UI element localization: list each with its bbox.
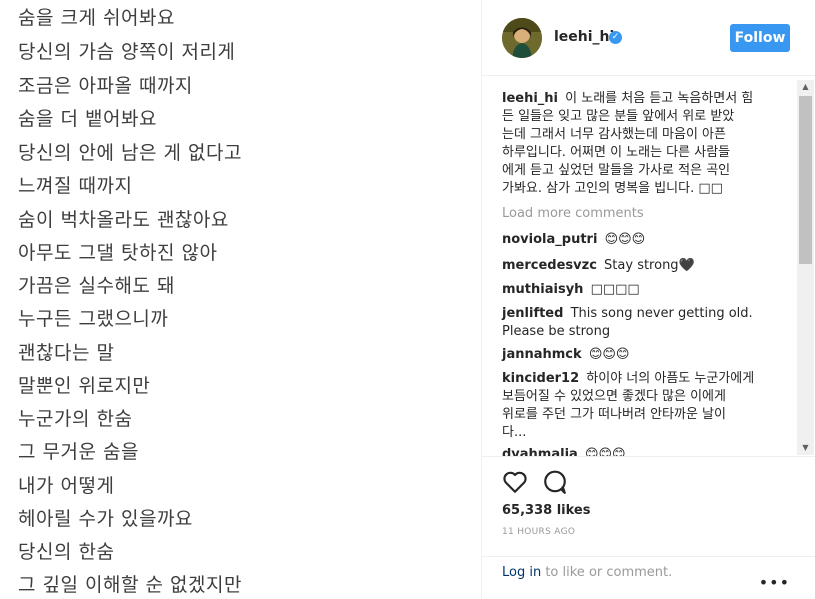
- lyric-line: 숨이 벅차올라도 괜찮아요: [18, 209, 229, 231]
- lyric-line: 당신의 가슴 양쪽이 저리게: [18, 41, 236, 63]
- caption: leehi_hi 이 노래를 처음 듣고 녹음하면서 힘 든 일들은 잊고 많은…: [502, 90, 770, 198]
- comment-text: 😊😊😊: [584, 447, 626, 456]
- comment-footer: Log in to like or comment. •••: [482, 556, 815, 598]
- comment: dyahmalia 😊😊😊: [502, 446, 770, 456]
- scroll-down-arrow-icon[interactable]: ▼: [797, 441, 814, 455]
- comment: noviola_putri 😊😊😊: [502, 231, 770, 249]
- scroll-up-arrow-icon[interactable]: ▲: [797, 80, 814, 94]
- caption-text: 하루입니다. 어쩌면 이 노래는 다른 사람들: [502, 145, 731, 160]
- caption-username[interactable]: leehi_hi: [502, 91, 558, 106]
- post-timestamp[interactable]: 11 HOURS AGO: [502, 527, 575, 537]
- lyric-line: 숨을 크게 쉬어봐요: [18, 7, 175, 29]
- avatar-image: [502, 18, 542, 58]
- comments-list[interactable]: leehi_hi 이 노래를 처음 듣고 녹음하면서 힘 든 일들은 잊고 많은…: [482, 76, 815, 456]
- comments-scrollbar[interactable]: ▲ ▼: [797, 80, 814, 455]
- like-count[interactable]: 65,338 likes: [502, 503, 590, 518]
- load-more-comments-link[interactable]: Load more comments: [502, 206, 644, 221]
- lyric-line: 조금은 아파올 때까지: [18, 75, 193, 97]
- lyric-line: 헤아릴 수가 있을까요: [18, 508, 193, 530]
- comment-text: 😊😊😊: [588, 347, 630, 362]
- comment-username[interactable]: noviola_putri: [502, 232, 597, 247]
- login-link[interactable]: Log in: [502, 565, 541, 580]
- lyric-line: 당신의 한숨: [18, 541, 115, 563]
- footer-text: to like or comment.: [541, 565, 673, 580]
- like-heart-icon[interactable]: [502, 469, 528, 495]
- comment: muthiaisyh □□□□: [502, 281, 770, 299]
- post-actions: 65,338 likes 11 HOURS AGO: [482, 456, 815, 556]
- post-image: 숨을 크게 쉬어봐요 당신의 가슴 양쪽이 저리게 조금은 아파올 때까지 숨을…: [0, 0, 481, 598]
- comment-bubble-icon[interactable]: [542, 469, 568, 495]
- comment-text: Stay strong🖤: [604, 258, 695, 273]
- lyric-line: 내가 어떻게: [18, 475, 115, 497]
- avatar[interactable]: [502, 18, 542, 58]
- comment-text: 보듬어질 수 있었으면 좋겠다 많은 이에게: [502, 389, 726, 404]
- caption-text: 에게 듣고 싶었던 말들을 가사로 적은 곡인: [502, 163, 731, 178]
- scrollbar-thumb[interactable]: [799, 96, 812, 264]
- lyric-line: 느껴질 때까지: [18, 175, 133, 197]
- comment-text: Please be strong: [502, 324, 611, 339]
- lyric-line: 말뿐인 위로지만: [18, 375, 151, 397]
- lyric-line: 누군가의 한숨: [18, 408, 133, 430]
- lyric-line: 아무도 그댈 탓하진 않아: [18, 242, 218, 264]
- comment-username[interactable]: jannahmck: [502, 347, 582, 362]
- comment: jannahmck 😊😊😊: [502, 346, 770, 364]
- lyric-line: 그 무거운 숨을: [18, 441, 139, 463]
- caption-text: 는데 그래서 너무 감사했는데 마음이 아픈: [502, 127, 726, 142]
- comment-text: □□□□: [590, 282, 640, 297]
- lyric-line: 가끔은 실수해도 돼: [18, 275, 175, 297]
- more-options-icon[interactable]: •••: [759, 567, 790, 599]
- lyric-line: 괜찮다는 말: [18, 342, 115, 364]
- verified-badge-icon: ✓: [609, 31, 622, 44]
- comment-text: This song never getting old.: [570, 306, 753, 321]
- lyric-line: 당신의 안에 남은 게 없다고: [18, 142, 242, 164]
- comment-text: 위로를 주던 그가 떠나버려 안타까운 날이: [502, 407, 726, 422]
- comment: mercedesvzc Stay strong🖤: [502, 257, 770, 275]
- comment: jenlifted This song never getting old. P…: [502, 305, 770, 341]
- lyric-line: 그 깊일 이해할 순 없겠지만: [18, 574, 242, 596]
- comment-text: 하이야 너의 아픔도 누군가에게: [586, 371, 755, 386]
- comment-username[interactable]: muthiaisyh: [502, 282, 583, 297]
- lyric-line: 누구든 그랬으니까: [18, 308, 169, 330]
- comment-username[interactable]: jenlifted: [502, 306, 563, 321]
- follow-button[interactable]: Follow: [730, 24, 790, 52]
- comment-username[interactable]: dyahmalia: [502, 447, 578, 456]
- caption-text: 가봐요. 삼가 고인의 명복을 빕니다. □□: [502, 181, 723, 196]
- comment-text: 다...: [502, 425, 527, 440]
- lyric-line: 숨을 더 뱉어봐요: [18, 108, 157, 130]
- comment-username[interactable]: kincider12: [502, 371, 579, 386]
- comment: kincider12 하이야 너의 아픔도 누군가에게 보듬어질 수 있었으면 …: [502, 370, 770, 442]
- post-username[interactable]: leehi_hi: [554, 29, 614, 45]
- comment-text: 😊😊😊: [604, 232, 646, 247]
- caption-text: 든 일들은 잊고 많은 분들 앞에서 위로 받았: [502, 109, 735, 124]
- post-side-panel: leehi_hi ✓ Follow leehi_hi 이 노래를 처음 듣고 녹…: [481, 0, 815, 598]
- caption-text: 이 노래를 처음 듣고 녹음하면서 힘: [565, 91, 754, 106]
- post-header: leehi_hi ✓ Follow: [482, 0, 815, 76]
- comment-username[interactable]: mercedesvzc: [502, 258, 597, 273]
